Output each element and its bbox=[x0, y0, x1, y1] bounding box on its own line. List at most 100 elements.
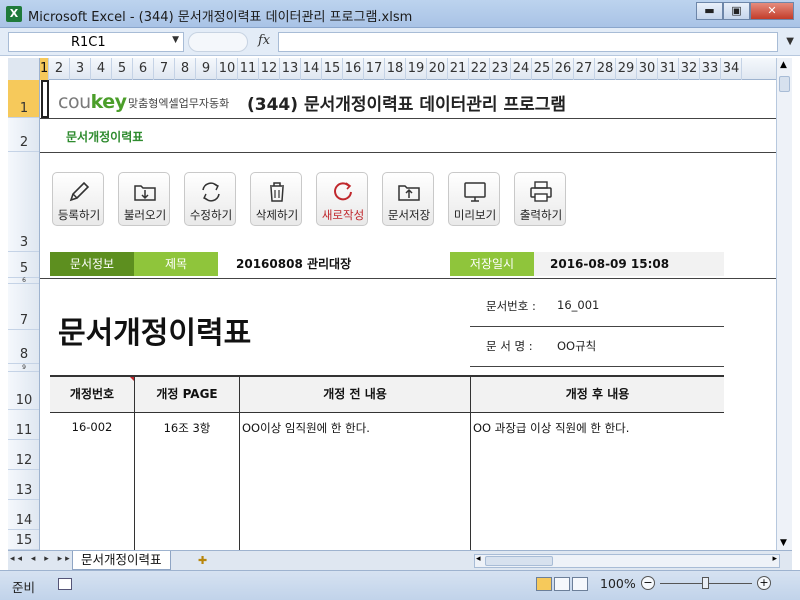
column-header-cell[interactable]: 8 bbox=[175, 58, 196, 80]
formula-input[interactable] bbox=[278, 32, 778, 52]
zoom-out-button[interactable]: − bbox=[641, 576, 655, 590]
vertical-scrollbar[interactable]: ▲ ▼ bbox=[776, 58, 792, 550]
save-document-button[interactable]: 문서저장 bbox=[382, 172, 434, 226]
row-header-cell[interactable]: 3 bbox=[8, 152, 39, 252]
scroll-thumb[interactable] bbox=[485, 556, 553, 566]
column-header-cell[interactable]: 21 bbox=[448, 58, 469, 80]
column-header-cell[interactable]: 34 bbox=[721, 58, 742, 80]
column-header-cell[interactable]: 24 bbox=[511, 58, 532, 80]
row-header-cell[interactable]: 1 bbox=[8, 80, 39, 118]
preview-button[interactable]: 미리보기 bbox=[448, 172, 500, 226]
column-header-cell[interactable]: 12 bbox=[259, 58, 280, 80]
column-header-cell[interactable]: 14 bbox=[301, 58, 322, 80]
column-header-cell[interactable]: 33 bbox=[700, 58, 721, 80]
row-header-cell[interactable]: 7 bbox=[8, 284, 39, 330]
column-header-cell[interactable]: 31 bbox=[658, 58, 679, 80]
column-header-cell[interactable]: 4 bbox=[91, 58, 112, 80]
scroll-down-icon[interactable]: ▼ bbox=[780, 538, 787, 548]
folder-upload-icon bbox=[383, 178, 435, 206]
status-bar: 준비 100% − + bbox=[0, 570, 800, 600]
delete-button[interactable]: 삭제하기 bbox=[250, 172, 302, 226]
row-header-cell[interactable]: 8 bbox=[8, 330, 39, 364]
row-header-cell[interactable]: 13 bbox=[8, 470, 39, 500]
macro-record-icon[interactable] bbox=[58, 578, 72, 590]
column-header-cell[interactable]: 23 bbox=[490, 58, 511, 80]
close-button[interactable]: ✕ bbox=[750, 2, 794, 20]
column-header-cell[interactable]: 3 bbox=[70, 58, 91, 80]
column-header-cell[interactable]: 28 bbox=[595, 58, 616, 80]
cell-revision-page[interactable]: 16조 3항 bbox=[135, 420, 239, 436]
column-header-cell[interactable]: 26 bbox=[553, 58, 574, 80]
page-layout-view-button[interactable] bbox=[554, 577, 570, 591]
column-header-cell[interactable]: 22 bbox=[469, 58, 490, 80]
zoom-level[interactable]: 100% bbox=[600, 576, 636, 591]
normal-view-button[interactable] bbox=[536, 577, 552, 591]
column-header-cell[interactable]: 27 bbox=[574, 58, 595, 80]
minimize-button[interactable]: ▬ bbox=[696, 2, 723, 20]
scroll-right-icon[interactable]: ▸ bbox=[772, 554, 777, 564]
column-header-cell[interactable]: 30 bbox=[637, 58, 658, 80]
column-header-cell[interactable]: 10 bbox=[217, 58, 238, 80]
tab-navigation-icon[interactable]: ◂◂ ◂ ▸ ▸▸ bbox=[10, 554, 73, 564]
scroll-left-icon[interactable]: ◂ bbox=[476, 554, 481, 564]
column-header-cell[interactable]: 18 bbox=[385, 58, 406, 80]
printer-icon bbox=[515, 178, 567, 206]
pencil-icon bbox=[53, 178, 105, 206]
name-box[interactable]: R1C1 ▼ bbox=[8, 32, 184, 52]
row-header-cell[interactable]: 9 bbox=[8, 364, 39, 372]
new-document-button[interactable]: 새로작성 bbox=[316, 172, 368, 226]
scroll-thumb[interactable] bbox=[779, 76, 790, 92]
column-header-cell[interactable]: 29 bbox=[616, 58, 637, 80]
column-header-cell[interactable]: 6 bbox=[133, 58, 154, 80]
column-header-revision-no: 개정번호 bbox=[50, 377, 134, 412]
column-header-cell[interactable]: 9 bbox=[196, 58, 217, 80]
cell-revision-no[interactable]: 16-002 bbox=[50, 420, 134, 434]
doc-name-value[interactable]: OO규칙 bbox=[557, 338, 596, 354]
chevron-down-icon[interactable]: ▼ bbox=[172, 35, 179, 45]
horizontal-scrollbar[interactable]: ◂ ▸ bbox=[474, 554, 780, 568]
tab-sheet-active[interactable]: 문서개정이력표 bbox=[72, 551, 171, 570]
row-header-cell[interactable]: 5 bbox=[8, 252, 39, 278]
column-header-cell[interactable]: 15 bbox=[322, 58, 343, 80]
subject-value[interactable]: 20160808 관리대장 bbox=[236, 252, 446, 276]
expand-formula-bar-icon[interactable]: ▼ bbox=[786, 36, 794, 47]
column-header-cell[interactable]: 2 bbox=[49, 58, 70, 80]
doc-name-label: 문 서 명 : bbox=[486, 339, 533, 353]
row-header-cell[interactable]: 2 bbox=[8, 118, 39, 152]
column-header-cell[interactable]: 5 bbox=[112, 58, 133, 80]
active-cell-selection[interactable] bbox=[41, 80, 49, 118]
scroll-up-icon[interactable]: ▲ bbox=[780, 60, 787, 70]
print-button[interactable]: 출력하기 bbox=[514, 172, 566, 226]
register-button[interactable]: 등록하기 bbox=[52, 172, 104, 226]
worksheet[interactable]: coukey 맞춤형엑셀업무자동화 (344) 문서개정이력표 데이터관리 프로… bbox=[40, 80, 776, 550]
insert-function-icon[interactable]: fx bbox=[258, 33, 270, 48]
column-header-cell[interactable]: 17 bbox=[364, 58, 385, 80]
column-header-cell[interactable]: 19 bbox=[406, 58, 427, 80]
column-header-cell[interactable]: 7 bbox=[154, 58, 175, 80]
doc-number-value[interactable]: 16_001 bbox=[557, 298, 599, 312]
cell-after[interactable]: OO 과장급 이상 직원에 한 한다. bbox=[473, 420, 723, 436]
zoom-in-button[interactable]: + bbox=[757, 576, 771, 590]
row-header-cell[interactable]: 12 bbox=[8, 440, 39, 470]
load-button[interactable]: 불러오기 bbox=[118, 172, 170, 226]
column-header-cell[interactable]: 32 bbox=[679, 58, 700, 80]
select-all-corner[interactable] bbox=[8, 58, 40, 80]
edit-button[interactable]: 수정하기 bbox=[184, 172, 236, 226]
row-header-cell[interactable]: 14 bbox=[8, 500, 39, 530]
row-header-cell[interactable]: 15 bbox=[8, 530, 39, 550]
cell-before[interactable]: OO이상 임직원에 한 한다. bbox=[242, 420, 468, 436]
insert-sheet-icon[interactable]: ✚ bbox=[198, 554, 207, 567]
restore-button[interactable]: ▣ bbox=[723, 2, 750, 20]
zoom-slider-thumb[interactable] bbox=[702, 577, 709, 589]
column-header-cell[interactable]: 20 bbox=[427, 58, 448, 80]
column-header-cell[interactable]: 13 bbox=[280, 58, 301, 80]
row-header-cell[interactable]: 11 bbox=[8, 410, 39, 440]
excel-app-icon[interactable]: X bbox=[6, 6, 22, 22]
column-header-cell[interactable]: 25 bbox=[532, 58, 553, 80]
column-header-cell[interactable]: 11 bbox=[238, 58, 259, 80]
column-header-cell[interactable]: 16 bbox=[343, 58, 364, 80]
row-header-cell[interactable]: 10 bbox=[8, 372, 39, 410]
saved-at-value[interactable]: 2016-08-09 15:08 bbox=[534, 252, 724, 276]
page-break-view-button[interactable] bbox=[572, 577, 588, 591]
column-header-cell[interactable]: 1 bbox=[40, 58, 49, 80]
